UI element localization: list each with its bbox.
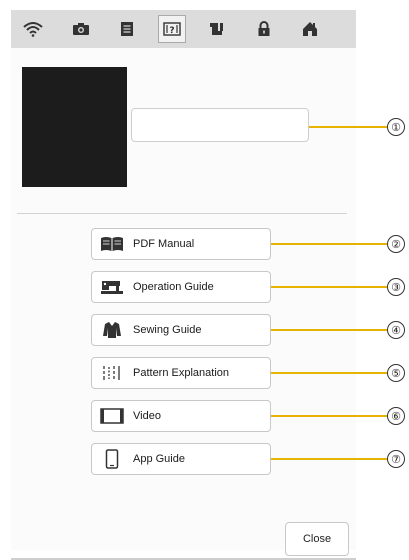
pattern-preview bbox=[22, 67, 127, 187]
sewing-guide-label: Sewing Guide bbox=[133, 324, 202, 336]
callout-3: ③ bbox=[387, 278, 405, 296]
callout-7: ⑦ bbox=[387, 450, 405, 468]
callout-4: ④ bbox=[387, 321, 405, 339]
home-icon[interactable] bbox=[296, 15, 324, 43]
pattern-explanation-button[interactable]: Pattern Explanation bbox=[91, 357, 271, 389]
callout-1: ① bbox=[387, 118, 405, 136]
wifi-icon[interactable] bbox=[19, 15, 47, 43]
pattern-explanation-label: Pattern Explanation bbox=[133, 367, 230, 379]
pdf-manual-label: PDF Manual bbox=[133, 238, 195, 250]
callout-5: ⑤ bbox=[387, 364, 405, 382]
close-button[interactable]: Close bbox=[285, 522, 349, 556]
callout-2: ② bbox=[387, 235, 405, 253]
info-display-box bbox=[131, 108, 309, 142]
stitch-pattern-icon bbox=[99, 363, 125, 383]
leader-line-1 bbox=[309, 126, 387, 128]
leader-line-2 bbox=[271, 243, 387, 245]
leader-line-7 bbox=[271, 458, 387, 460]
sewing-machine-icon bbox=[99, 277, 125, 297]
help-screen: ? PDF Manual Operation Guide Sewing Guid… bbox=[11, 10, 356, 560]
machine-icon[interactable] bbox=[204, 15, 232, 43]
help-icon[interactable]: ? bbox=[158, 15, 186, 43]
book-icon bbox=[99, 234, 125, 254]
top-toolbar: ? bbox=[11, 10, 356, 48]
leader-line-5 bbox=[271, 372, 387, 374]
shirt-icon bbox=[99, 320, 125, 340]
leader-line-6 bbox=[271, 415, 387, 417]
camera-icon[interactable] bbox=[67, 15, 95, 43]
lock-icon[interactable] bbox=[250, 15, 278, 43]
operation-guide-button[interactable]: Operation Guide bbox=[91, 271, 271, 303]
video-label: Video bbox=[133, 410, 161, 422]
app-guide-button[interactable]: App Guide bbox=[91, 443, 271, 475]
leader-line-4 bbox=[271, 329, 387, 331]
film-icon bbox=[99, 406, 125, 426]
smartphone-icon bbox=[99, 449, 125, 469]
divider bbox=[17, 213, 347, 214]
svg-text:?: ? bbox=[169, 26, 174, 36]
video-button[interactable]: Video bbox=[91, 400, 271, 432]
operation-guide-label: Operation Guide bbox=[133, 281, 214, 293]
app-guide-label: App Guide bbox=[133, 453, 185, 465]
leader-line-3 bbox=[271, 286, 387, 288]
callout-6: ⑥ bbox=[387, 407, 405, 425]
document-icon[interactable] bbox=[113, 15, 141, 43]
pdf-manual-button[interactable]: PDF Manual bbox=[91, 228, 271, 260]
sewing-guide-button[interactable]: Sewing Guide bbox=[91, 314, 271, 346]
